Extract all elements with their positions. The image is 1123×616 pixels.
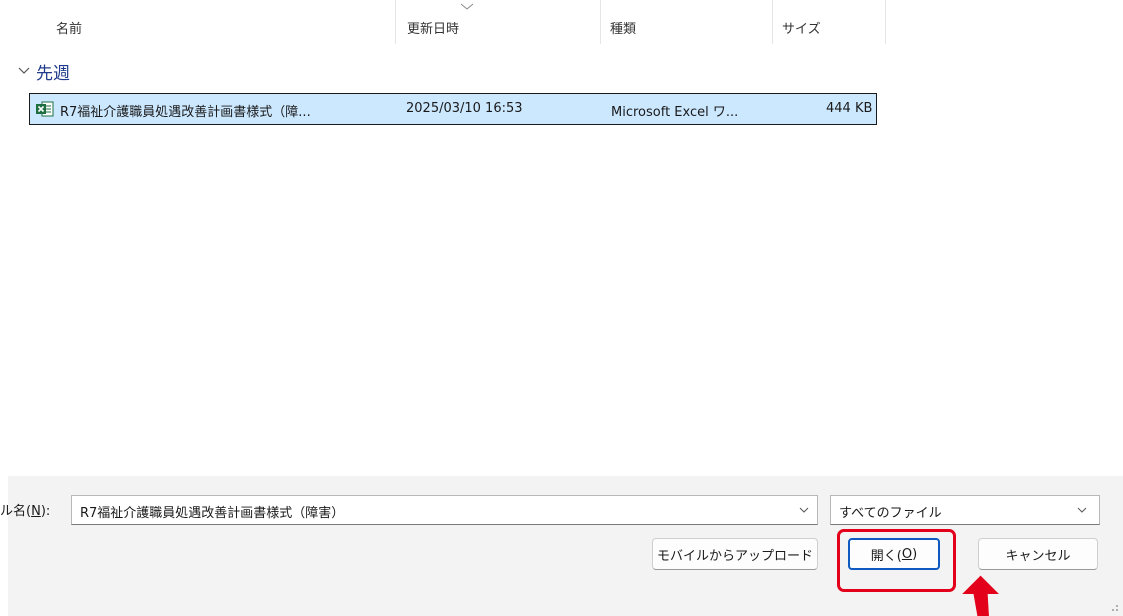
sort-descending-icon bbox=[460, 3, 474, 10]
annotation-highlight bbox=[837, 529, 956, 592]
column-header-type[interactable]: 種類 bbox=[610, 18, 636, 37]
filetype-select[interactable]: すべてのファイル bbox=[830, 495, 1100, 525]
filename-label: ル名(N): bbox=[0, 504, 51, 519]
column-divider[interactable] bbox=[600, 0, 601, 44]
column-divider[interactable] bbox=[885, 0, 886, 44]
filename-value[interactable]: R7福祉介護職員処遇改善計画書様式（障害） bbox=[80, 502, 344, 521]
column-header-row: 名前 更新日時 種類 サイズ bbox=[8, 0, 1123, 44]
file-type: Microsoft Excel ワ... bbox=[611, 105, 739, 120]
file-modified: 2025/03/10 16:53 bbox=[406, 101, 523, 116]
file-size: 444 KB bbox=[826, 101, 873, 116]
group-label: 先週 bbox=[36, 63, 70, 84]
resize-grip-icon[interactable] bbox=[1107, 600, 1119, 612]
chevron-down-icon bbox=[18, 67, 30, 74]
column-divider[interactable] bbox=[772, 0, 773, 44]
column-header-modified[interactable]: 更新日時 bbox=[407, 18, 459, 37]
chevron-down-icon bbox=[1077, 507, 1087, 513]
file-row[interactable]: R7福祉介護職員処遇改善計画書様式（障... 2025/03/10 16:53 … bbox=[29, 93, 877, 125]
column-header-size[interactable]: サイズ bbox=[782, 18, 821, 37]
filetype-value: すべてのファイル bbox=[839, 506, 942, 521]
group-header-last-week[interactable]: 先週 bbox=[18, 60, 70, 84]
cancel-button[interactable]: キャンセル bbox=[978, 538, 1098, 570]
upload-from-mobile-button[interactable]: モバイルからアップロード bbox=[652, 538, 818, 570]
excel-icon bbox=[36, 101, 54, 117]
column-header-name[interactable]: 名前 bbox=[56, 18, 82, 37]
filename-input[interactable]: R7福祉介護職員処遇改善計画書様式（障害） bbox=[71, 495, 818, 525]
annotation-arrow-icon bbox=[962, 575, 999, 616]
chevron-down-icon[interactable] bbox=[799, 507, 809, 513]
file-list: 名前 更新日時 種類 サイズ 先週 R7福祉介護職員処遇改善計画書様式（障...… bbox=[8, 0, 1123, 476]
file-name: R7福祉介護職員処遇改善計画書様式（障... bbox=[60, 105, 311, 120]
column-divider[interactable] bbox=[395, 0, 396, 44]
